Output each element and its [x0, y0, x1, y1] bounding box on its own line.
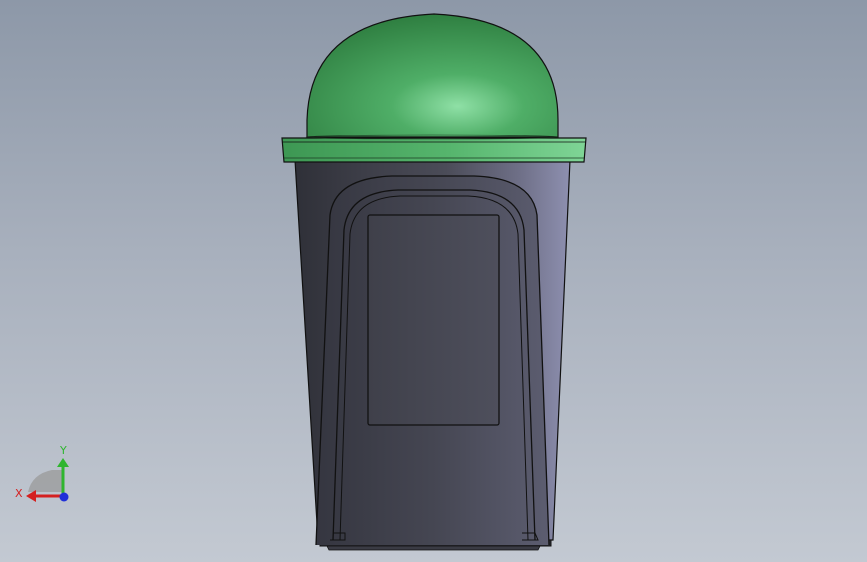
x-axis-label: X: [15, 487, 23, 500]
trash-bin-model[interactable]: [0, 0, 867, 562]
y-axis-arrow: [57, 458, 69, 467]
dome-lid: [306, 13, 559, 138]
coordinate-triad: Y X: [15, 444, 69, 502]
base-foot: [326, 545, 541, 551]
z-axis-dot: [59, 492, 69, 502]
label-panel: [367, 214, 500, 426]
graphics-viewport[interactable]: Y X: [0, 0, 867, 562]
y-axis-label: Y: [59, 444, 67, 457]
triad-plane-indicator: [28, 470, 62, 492]
